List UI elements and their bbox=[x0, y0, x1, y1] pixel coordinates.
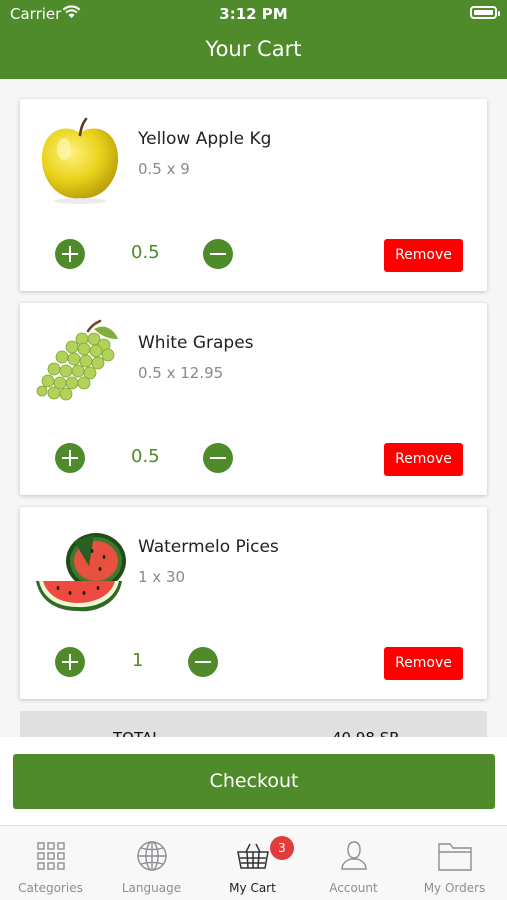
total-value: 40.98 SR bbox=[332, 729, 400, 737]
green-grapes-image bbox=[36, 319, 118, 401]
tab-language[interactable]: Language bbox=[101, 826, 202, 900]
increase-quantity-button[interactable] bbox=[55, 443, 85, 473]
cart-count-badge: 3 bbox=[270, 836, 294, 860]
remove-item-button[interactable]: Remove bbox=[384, 647, 463, 680]
decrease-quantity-button[interactable] bbox=[188, 647, 218, 677]
remove-item-button[interactable]: Remove bbox=[384, 239, 463, 272]
cart-item-card: Watermelo Pices 1 x 30 1 Remove bbox=[20, 507, 487, 699]
tab-label: Language bbox=[121, 881, 182, 895]
item-price-line: 0.5 x 12.95 bbox=[138, 364, 224, 382]
yellow-apple-image bbox=[41, 117, 119, 204]
cart-item-card: Yellow Apple Kg 0.5 x 9 0.5 Remove bbox=[20, 99, 487, 291]
tab-my-cart[interactable]: 3 My Cart bbox=[202, 826, 303, 900]
item-price-line: 1 x 30 bbox=[138, 568, 186, 586]
item-name: Watermelo Pices bbox=[138, 537, 279, 557]
watermelon-slices-image bbox=[36, 533, 126, 612]
person-icon bbox=[341, 841, 367, 870]
status-bar: Carrier 3:12 PM bbox=[0, 0, 507, 28]
item-price-line: 0.5 x 9 bbox=[138, 160, 190, 178]
remove-item-button[interactable]: Remove bbox=[384, 443, 463, 476]
page-title: Your Cart bbox=[205, 37, 302, 61]
quantity-value: 0.5 bbox=[131, 446, 160, 467]
increase-quantity-button[interactable] bbox=[55, 647, 85, 677]
grid-icon bbox=[37, 842, 65, 870]
cart-item-card: White Grapes 0.5 x 12.95 0.5 Remove bbox=[20, 303, 487, 495]
battery-icon bbox=[470, 6, 500, 19]
globe-icon bbox=[137, 841, 167, 871]
total-label: TOTAL bbox=[113, 729, 161, 737]
checkout-button[interactable]: Checkout bbox=[13, 754, 495, 809]
cart-list[interactable]: Yellow Apple Kg 0.5 x 9 0.5 Remove White… bbox=[0, 79, 507, 737]
tab-label: Account bbox=[329, 881, 378, 895]
tab-label: My Orders bbox=[423, 881, 486, 895]
quantity-value: 0.5 bbox=[131, 242, 160, 263]
app-header: Carrier 3:12 PM Your Cart bbox=[0, 0, 507, 79]
tab-categories[interactable]: Categories bbox=[0, 826, 101, 900]
item-name: Yellow Apple Kg bbox=[138, 129, 272, 149]
tab-account[interactable]: Account bbox=[303, 826, 404, 900]
decrease-quantity-button[interactable] bbox=[203, 443, 233, 473]
basket-icon bbox=[237, 843, 269, 869]
decrease-quantity-button[interactable] bbox=[203, 239, 233, 269]
tab-bar: Categories Language 3 My Cart Account My… bbox=[0, 825, 507, 900]
status-time: 3:12 PM bbox=[219, 5, 288, 23]
total-summary: TOTAL 40.98 SR bbox=[20, 711, 487, 737]
item-name: White Grapes bbox=[138, 333, 254, 353]
tab-label: My Cart bbox=[229, 881, 276, 895]
quantity-value: 1 bbox=[132, 650, 144, 671]
tab-label: Categories bbox=[18, 881, 83, 895]
folder-icon bbox=[438, 843, 472, 871]
checkout-bar: Checkout bbox=[0, 737, 507, 825]
increase-quantity-button[interactable] bbox=[55, 239, 85, 269]
tab-my-orders[interactable]: My Orders bbox=[404, 826, 505, 900]
